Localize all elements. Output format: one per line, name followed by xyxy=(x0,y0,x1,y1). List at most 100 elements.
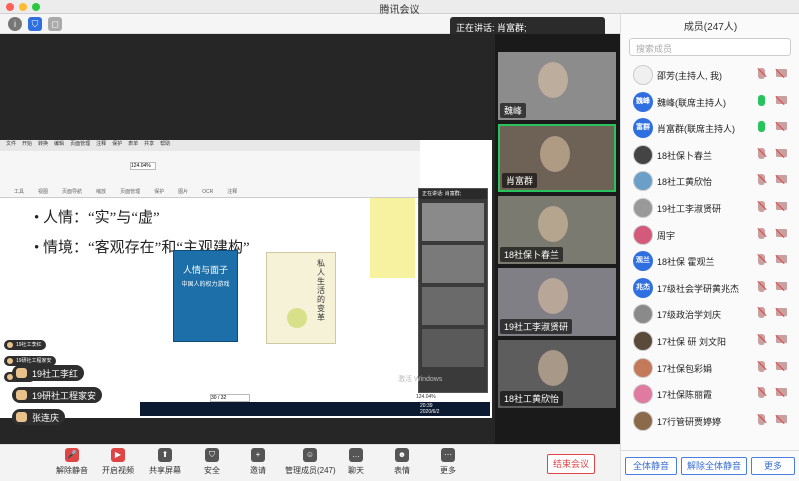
mic-muted-icon[interactable] xyxy=(757,254,767,266)
mic-muted-icon[interactable] xyxy=(757,307,767,319)
ribbon-tab[interactable]: 页面管理 xyxy=(70,141,90,147)
mic-muted-icon[interactable] xyxy=(757,174,767,186)
member-row[interactable]: 18社工黄欣怡 xyxy=(621,168,799,194)
camera-off-icon[interactable] xyxy=(775,228,787,238)
ribbon-tab[interactable]: 开始 xyxy=(22,141,32,147)
member-name: 18社保卜春兰 xyxy=(657,150,713,161)
mic-icon[interactable] xyxy=(758,121,765,133)
member-row[interactable]: 17级政治学刘庆 xyxy=(621,301,799,327)
mic-muted-icon[interactable] xyxy=(757,387,767,399)
toolbar-button-label: 更多 xyxy=(440,466,456,475)
page-counter[interactable]: 30 / 32 xyxy=(210,394,250,402)
camera-off-icon[interactable] xyxy=(775,281,787,291)
camera-off-icon[interactable] xyxy=(775,361,787,371)
member-row[interactable]: 周宇 xyxy=(621,222,799,248)
camera-off-icon[interactable] xyxy=(775,148,787,158)
camera-slash xyxy=(775,361,785,371)
camera-off-icon[interactable] xyxy=(775,68,787,79)
member-row[interactable]: 17社保 研 刘文阳 xyxy=(621,328,799,354)
video-tile[interactable]: 魏峰 xyxy=(498,52,616,120)
info-icon[interactable]: i xyxy=(8,17,22,31)
mic-muted-icon[interactable] xyxy=(757,147,767,159)
raised-hand-name: 19研社工程家安 xyxy=(16,358,52,364)
mic-muted-icon[interactable] xyxy=(757,67,767,79)
mic-muted-icon[interactable] xyxy=(757,200,767,212)
video-tile[interactable]: 18社保卜春兰 xyxy=(498,196,616,264)
member-panel-footer: 全体静音 解除全体静音 更多 xyxy=(621,450,799,481)
toolbar-button[interactable]: ⛉ 安全 xyxy=(187,448,237,480)
avatar: 兆杰 xyxy=(633,277,653,298)
member-row[interactable]: 富群 肖富群(联席主持人) xyxy=(621,115,799,141)
video-tile-name: 肖富群 xyxy=(502,173,538,188)
participant-video xyxy=(538,62,568,98)
mic-muted-icon[interactable] xyxy=(757,227,767,239)
toolbar-button[interactable]: … 聊天 xyxy=(331,448,381,480)
zoom-field[interactable]: 124.04% xyxy=(130,162,156,170)
ribbon-tab[interactable]: 编辑 xyxy=(54,141,64,147)
toolbar-button-label: 聊天 xyxy=(348,466,364,475)
ribbon-tab[interactable]: 转换 xyxy=(38,141,48,147)
camera-off-icon[interactable] xyxy=(775,201,787,212)
member-name: 17级社会学研黄兆杰 xyxy=(657,283,740,294)
recording-status-icon[interactable]: ◻ xyxy=(48,17,62,31)
mic-muted-icon[interactable] xyxy=(757,413,767,425)
member-row[interactable]: 兆杰 17级社会学研黄兆杰 xyxy=(621,275,799,301)
video-tile[interactable]: 19社工李淑贤研 xyxy=(498,268,616,336)
camera-off-icon[interactable] xyxy=(775,388,787,398)
member-row[interactable]: 17社保包彩娟 xyxy=(621,355,799,381)
member-search-input[interactable]: 搜索成员 xyxy=(629,38,791,56)
camera-off-icon[interactable] xyxy=(775,414,787,424)
mute-slash xyxy=(757,307,767,317)
camera-off-icon[interactable] xyxy=(775,255,787,265)
member-row[interactable]: 邵芳(主持人, 我) xyxy=(621,62,799,88)
video-tile[interactable]: 肖富群 xyxy=(498,124,616,192)
camera-slash xyxy=(775,308,785,318)
mic-muted-icon[interactable] xyxy=(757,280,767,292)
avatar xyxy=(633,384,653,405)
chat-icon: … xyxy=(349,448,363,462)
ribbon-tab[interactable]: 共享 xyxy=(144,141,154,147)
toolbar-button[interactable]: ☻ 表情 xyxy=(377,448,427,480)
camera-slash xyxy=(775,255,785,265)
raised-hand-name: 19社工李红 xyxy=(16,342,42,348)
end-meeting-button[interactable]: 结束会议 xyxy=(547,454,595,474)
ribbon-tab[interactable]: 文件 xyxy=(6,141,16,147)
ribbon-group-label: 注释 xyxy=(227,189,238,195)
security-shield-icon[interactable]: ⛉ xyxy=(28,17,42,31)
mic-muted-icon[interactable] xyxy=(757,333,767,345)
ribbon-tab[interactable]: 表单 xyxy=(128,141,138,147)
member-row[interactable]: 17行管研贾婷婷 xyxy=(621,408,799,434)
mic-muted-icon[interactable] xyxy=(757,360,767,372)
toolbar-button[interactable]: + 邀请 xyxy=(233,448,283,480)
camera-off-icon[interactable] xyxy=(775,334,787,345)
unmute-all-button[interactable]: 解除全体静音 xyxy=(681,457,747,475)
ribbon-tab[interactable]: 注释 xyxy=(96,141,106,147)
mute-slash xyxy=(757,147,767,157)
member-row[interactable]: 观兰 18社保 霍观兰 xyxy=(621,248,799,274)
toolbar-button[interactable]: ⬆ 共享屏幕 xyxy=(140,448,190,480)
mini-video-3 xyxy=(422,287,484,325)
mic-off-icon: 🎤 xyxy=(65,448,79,462)
toolbar-button[interactable]: ☺ 管理成员(247) xyxy=(285,448,336,480)
member-row[interactable]: 18社保卜春兰 xyxy=(621,142,799,168)
toolbar-button[interactable]: ▶ 开启视频 xyxy=(93,448,143,480)
camera-off-icon[interactable] xyxy=(775,95,787,105)
toolbar-button[interactable]: ⋯ 更多 xyxy=(423,448,473,480)
member-row[interactable]: 19社工李淑贤研 xyxy=(621,195,799,221)
member-panel-title: 成员(247人) xyxy=(683,22,738,33)
ribbon-tab[interactable]: 保护 xyxy=(112,141,122,147)
camera-off-icon[interactable] xyxy=(775,175,787,185)
camera-off-icon[interactable] xyxy=(775,308,787,318)
mic-icon[interactable] xyxy=(758,94,765,106)
toolbar-button[interactable]: 🎤 解除静音 xyxy=(47,448,97,480)
member-row[interactable]: 17社保陈丽霞 xyxy=(621,381,799,407)
book2-title: 私人生活的变革 xyxy=(317,259,325,322)
member-row[interactable]: 魏峰 魏峰(联席主持人) xyxy=(621,89,799,115)
mute-all-button[interactable]: 全体静音 xyxy=(625,457,677,475)
video-tile[interactable]: 18社工黄欣怡 xyxy=(498,340,616,408)
mute-slash xyxy=(757,200,767,211)
ribbon-tab[interactable]: 帮助 xyxy=(160,141,170,147)
panel-more-button[interactable]: 更多 xyxy=(751,457,795,475)
bullet-1: • 人情：“实”与“虚” xyxy=(34,210,160,226)
camera-off-icon[interactable] xyxy=(775,122,787,132)
